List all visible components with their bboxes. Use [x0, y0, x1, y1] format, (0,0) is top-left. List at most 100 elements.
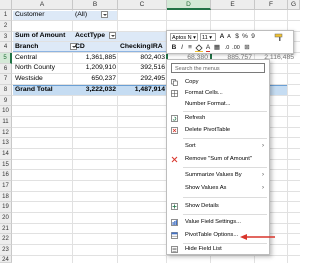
branch-central[interactable]: Central	[15, 53, 37, 63]
font-color-icon[interactable]: A	[204, 44, 212, 52]
decrease-font-icon[interactable]: A	[225, 33, 233, 41]
column-header-e[interactable]: E	[211, 0, 255, 10]
increase-decimal-icon[interactable]: .0	[223, 44, 231, 52]
grand-total-checking-value[interactable]: 1,487,914	[119, 85, 165, 95]
row-header-3[interactable]: 3	[0, 32, 12, 42]
menu-item-sort-label: Sort	[185, 143, 196, 149]
currency-format-icon[interactable]: $	[233, 33, 241, 41]
menu-item-show-values-as[interactable]: Show Values As ›	[167, 183, 269, 194]
row-header-18[interactable]: 18	[0, 192, 12, 202]
align-center-icon[interactable]: ≡	[186, 44, 194, 52]
select-all-corner[interactable]	[0, 0, 12, 10]
branch-north-county[interactable]: North County	[15, 63, 55, 73]
branch-westside[interactable]: Westside	[15, 74, 43, 84]
font-size-value: 11	[202, 35, 208, 41]
row-header-6[interactable]: 6	[0, 64, 12, 74]
westside-cd-value[interactable]: 650,237	[74, 74, 116, 84]
row-header-16[interactable]: 16	[0, 170, 12, 181]
column-label-cd[interactable]: CD	[75, 42, 85, 52]
menu-item-show-details[interactable]: Show Details	[167, 201, 269, 212]
menu-separator	[183, 111, 267, 112]
column-field-dropdown-icon[interactable]	[108, 31, 116, 39]
row-header-19[interactable]: 19	[0, 202, 12, 213]
show-details-icon	[171, 203, 178, 210]
submenu-chevron-icon: ›	[262, 172, 264, 178]
font-name-value: Aptos N	[172, 35, 192, 41]
menu-item-copy-label: Copy	[185, 79, 199, 85]
menu-item-number-format[interactable]: Number Format...	[167, 99, 269, 110]
row-field-cell[interactable]: Branch	[15, 42, 78, 52]
comma-style-icon[interactable]: 9	[249, 33, 257, 41]
column-header-d[interactable]: D	[167, 0, 211, 10]
menu-separator	[183, 214, 267, 215]
menu-item-remove-field-label: Remove "Sum of Amount"	[185, 156, 252, 162]
row-header-7[interactable]: 7	[0, 74, 12, 85]
filter-value-cell[interactable]: (All)	[75, 10, 108, 20]
row-header-17[interactable]: 17	[0, 181, 12, 192]
filter-dropdown-icon[interactable]	[100, 10, 108, 18]
row-header-21[interactable]: 21	[0, 224, 12, 234]
row-header-8[interactable]: 8	[0, 85, 12, 96]
menu-item-summarize-values-by[interactable]: Summarize Values By ›	[167, 170, 269, 181]
italic-icon[interactable]: I	[178, 44, 186, 52]
row-header-24[interactable]: 24	[0, 256, 12, 263]
merge-icon[interactable]: ⊞	[243, 44, 251, 52]
row-header-9[interactable]: 9	[0, 96, 12, 106]
fill-color-icon[interactable]	[194, 44, 203, 55]
central-checking-value[interactable]: 802,403	[119, 53, 165, 63]
westside-checking-value[interactable]: 292,495	[119, 74, 165, 84]
font-size-box[interactable]: 11 ▾	[200, 33, 216, 41]
north-county-cd-value[interactable]: 1,209,910	[74, 63, 116, 73]
row-header-1[interactable]: 1	[0, 10, 12, 21]
column-header-a[interactable]: A	[12, 0, 73, 10]
menu-item-refresh[interactable]: Refresh	[167, 113, 269, 124]
row-header-23[interactable]: 23	[0, 245, 12, 256]
menu-item-format-cells[interactable]: Format Cells...	[167, 88, 269, 99]
font-name-box[interactable]: Aptos N ▾	[170, 33, 198, 41]
menu-item-pivottable-options-label: PivotTable Options...	[185, 232, 239, 238]
menu-item-value-field-settings[interactable]: Value Field Settings...	[167, 217, 269, 228]
submenu-chevron-icon: ›	[262, 185, 264, 191]
column-header-g[interactable]: G	[288, 0, 300, 10]
row-header-20[interactable]: 20	[0, 213, 12, 224]
column-header-b[interactable]: B	[73, 0, 118, 10]
column-header-c[interactable]: C	[118, 0, 167, 10]
menu-item-remove-field[interactable]: Remove "Sum of Amount"	[167, 154, 269, 165]
row-header-10[interactable]: 10	[0, 106, 12, 117]
row-header-14[interactable]: 14	[0, 149, 12, 160]
values-field-label[interactable]: Sum of Amount	[15, 31, 65, 41]
menu-item-delete-pivottable[interactable]: Delete PivotTable	[167, 125, 269, 136]
row-header-22[interactable]: 22	[0, 234, 12, 245]
column-field-cell[interactable]: AcctType	[75, 31, 116, 41]
row-header-13[interactable]: 13	[0, 138, 12, 149]
percent-format-icon[interactable]: %	[241, 33, 249, 41]
north-county-checking-value[interactable]: 392,516	[119, 63, 165, 73]
format-painter-icon[interactable]	[273, 33, 287, 45]
row-header-15[interactable]: 15	[0, 160, 12, 170]
central-cd-value[interactable]: 1,361,885	[74, 53, 116, 63]
column-label-checking[interactable]: Checking	[120, 42, 151, 52]
menu-item-hide-field-list-label: Hide Field List	[185, 246, 222, 252]
context-menu: Search the menus Copy Format Cells... Nu…	[166, 59, 270, 255]
menu-item-sort[interactable]: Sort ›	[167, 141, 269, 152]
annotation-arrow-icon	[240, 234, 275, 240]
column-header-f[interactable]: F	[255, 0, 288, 10]
row-header-11[interactable]: 11	[0, 117, 12, 128]
menu-item-number-format-label: Number Format...	[185, 101, 231, 107]
filter-value: (All)	[75, 11, 88, 18]
menu-separator	[183, 167, 267, 168]
column-label-ira[interactable]: IRA	[151, 42, 163, 52]
menu-item-show-values-as-label: Show Values As	[185, 185, 227, 191]
grand-total-cd-value[interactable]: 3,222,032	[74, 85, 116, 95]
borders-icon[interactable]: ▦	[213, 44, 221, 52]
menu-item-hide-field-list[interactable]: Hide Field List	[167, 244, 269, 255]
grand-total-label[interactable]: Grand Total	[15, 85, 53, 95]
row-header-4[interactable]: 4	[0, 42, 12, 53]
row-header-12[interactable]: 12	[0, 128, 12, 138]
bold-icon[interactable]: B	[170, 44, 178, 52]
row-header-2[interactable]: 2	[0, 21, 12, 32]
row-header-5[interactable]: 5	[0, 53, 12, 64]
menu-search-input[interactable]: Search the menus	[171, 63, 265, 73]
menu-item-copy[interactable]: Copy	[167, 77, 269, 88]
decrease-decimal-icon[interactable]: .00	[232, 44, 240, 52]
